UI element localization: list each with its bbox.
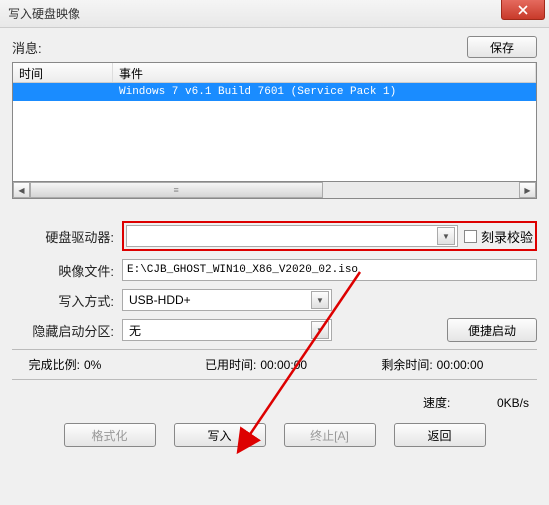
speed-value: 0KB/s [497, 396, 529, 410]
scroll-right-icon[interactable]: ▶ [519, 182, 536, 198]
divider [12, 379, 537, 380]
verify-label: 刻录校验 [481, 227, 533, 246]
quick-boot-button[interactable]: 便捷启动 [447, 318, 537, 342]
divider [12, 349, 537, 350]
drive-combo[interactable]: ▼ [126, 225, 458, 247]
verify-checkbox-wrap[interactable]: 刻录校验 [464, 227, 533, 246]
drive-label: 硬盘驱动器: [12, 227, 122, 246]
back-button[interactable]: 返回 [394, 423, 486, 447]
chevron-down-icon[interactable]: ▼ [437, 227, 455, 245]
scroll-left-icon[interactable]: ◀ [13, 182, 30, 198]
save-button[interactable]: 保存 [467, 36, 537, 58]
elapsed-label: 已用时间: [188, 356, 260, 373]
format-button[interactable]: 格式化 [64, 423, 156, 447]
highlight-box: ▼ 刻录校验 [122, 221, 537, 251]
close-button[interactable] [501, 0, 545, 20]
content-area: 消息: 保存 时间 事件 Windows 7 v6.1 Build 7601 (… [0, 28, 549, 505]
col-event: 事件 [113, 63, 536, 82]
write-mode-label: 写入方式: [12, 291, 122, 310]
scroll-thumb[interactable]: ≡ [30, 182, 323, 198]
event-list[interactable]: 时间 事件 Windows 7 v6.1 Build 7601 (Service… [12, 62, 537, 182]
speed-label: 速度: [423, 396, 450, 410]
verify-checkbox[interactable] [464, 230, 477, 243]
speed-row: 速度: 0KB/s [12, 394, 537, 411]
cell-event: Windows 7 v6.1 Build 7601 (Service Pack … [113, 86, 536, 98]
remain-value: 00:00:00 [437, 358, 537, 372]
hidden-partition-label: 隐藏启动分区: [12, 321, 122, 340]
scroll-track[interactable]: ≡ [30, 182, 519, 198]
list-row[interactable]: Windows 7 v6.1 Build 7601 (Service Pack … [13, 83, 536, 101]
button-row: 格式化 写入 终止[A] 返回 [12, 423, 537, 447]
horizontal-scrollbar[interactable]: ◀ ≡ ▶ [12, 182, 537, 199]
hidden-partition-combo[interactable]: 无 ▼ [122, 319, 332, 341]
message-label: 消息: [12, 38, 467, 57]
list-header: 时间 事件 [13, 63, 536, 83]
chevron-down-icon[interactable]: ▼ [311, 321, 329, 339]
titlebar: 写入硬盘映像 [0, 0, 549, 28]
pct-label: 完成比例: [12, 356, 84, 373]
chevron-down-icon[interactable]: ▼ [311, 291, 329, 309]
write-mode-combo[interactable]: USB-HDD+ ▼ [122, 289, 332, 311]
write-button[interactable]: 写入 [174, 423, 266, 447]
image-label: 映像文件: [12, 261, 122, 280]
abort-button[interactable]: 终止[A] [284, 423, 376, 447]
window-title: 写入硬盘映像 [8, 5, 80, 22]
remain-label: 剩余时间: [365, 356, 437, 373]
image-path-input[interactable]: E:\CJB_GHOST_WIN10_X86_V2020_02.iso [122, 259, 537, 281]
col-time: 时间 [13, 63, 113, 82]
pct-value: 0% [84, 358, 184, 372]
elapsed-value: 00:00:00 [260, 358, 360, 372]
progress-row: 完成比例: 0% 已用时间: 00:00:00 剩余时间: 00:00:00 [12, 356, 537, 373]
